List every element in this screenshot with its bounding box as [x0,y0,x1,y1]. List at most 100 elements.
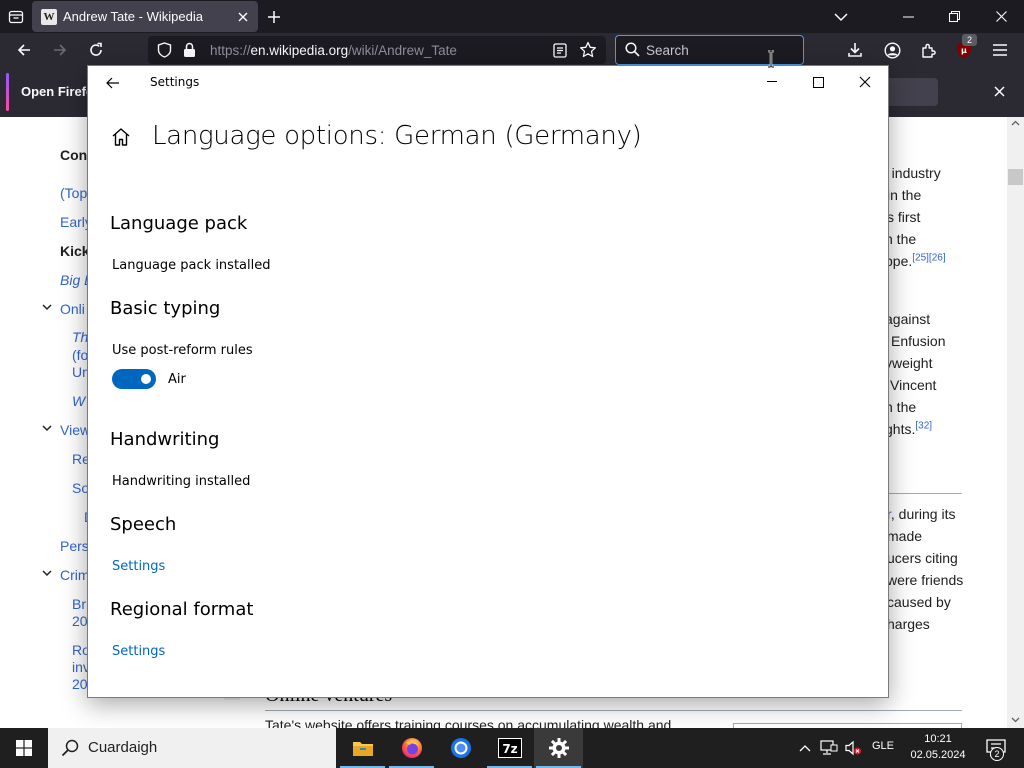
page-scrollbar[interactable] [1007,117,1024,728]
search-icon [625,42,640,62]
close-icon[interactable] [842,66,888,98]
chromium-icon[interactable] [436,728,485,768]
language-pack-status: Language pack installed [112,258,271,273]
citation-link[interactable]: [32] [915,420,932,431]
restore-icon[interactable] [931,0,977,33]
taskbar-search-placeholder: Cuardaigh [88,739,158,756]
back-arrow-icon[interactable] [100,72,126,94]
file-explorer-icon[interactable] [338,728,387,768]
clock-time[interactable]: 10:21 [906,733,970,745]
7-zip-icon[interactable]: 7z [485,728,534,768]
menu-icon[interactable] [986,36,1014,64]
toc-subitem[interactable]: Th [72,329,88,345]
article-line: were friends [887,572,964,588]
article-line: ucers citing [887,550,958,566]
show-hidden-icons-icon[interactable] [795,728,815,768]
reader-view-icon[interactable] [553,43,567,63]
section-title-speech: Speech [110,514,177,535]
article-line: yweight [885,355,933,371]
toc-expand-icon[interactable] [41,422,53,434]
toc-subitem[interactable]: Br [72,596,86,612]
new-tab-icon[interactable] [262,5,286,29]
toc-expand-icon[interactable] [41,567,53,579]
scrollbar-thumb[interactable] [1008,169,1023,185]
article-line: ppe.[25][26] [885,252,946,269]
account-icon[interactable] [878,36,906,64]
tab-andrew-tate[interactable]: W Andrew Tate - Wikipedia [32,1,258,32]
toc-item-criminal[interactable]: Crim [60,567,90,583]
network-icon[interactable] [818,728,840,768]
windows-taskbar: Cuardaigh 7z GLE 10:21 02.05.2024 2 [0,728,1024,768]
maximize-icon[interactable] [795,66,841,98]
notification-count-badge: 2 [990,747,1004,761]
extensions-icon[interactable] [914,36,942,64]
section-title-basic-typing: Basic typing [110,298,221,319]
list-all-tabs-icon[interactable] [829,5,853,29]
toc-subitem[interactable]: W [72,393,85,409]
minimize-icon[interactable] [749,66,795,98]
reload-icon[interactable] [82,36,110,64]
notification-text: Open Firefo [21,84,94,99]
section-title-handwriting: Handwriting [110,429,220,450]
article-line: r, during its [887,505,955,523]
toc-item-personal[interactable]: Pers [60,538,89,554]
article-line: n the [885,399,917,415]
toc-expand-icon[interactable] [41,301,53,313]
bookmark-star-icon[interactable] [579,41,597,64]
close-tab-icon[interactable] [233,7,253,27]
taskbar-search-box[interactable]: Cuardaigh [48,728,336,768]
article-line: s first [887,209,921,225]
extension-badge: 2 [962,34,977,46]
volume-muted-icon[interactable] [842,728,864,768]
regional-format-settings-link[interactable]: Settings [112,644,165,659]
toc-item-online[interactable]: Onli [60,301,85,317]
toc-subitem[interactable]: 20 [72,613,88,629]
close-window-icon[interactable] [978,0,1024,33]
scroll-down-icon[interactable] [1011,717,1020,723]
article-line: Vincent [890,377,937,393]
section-divider [878,493,962,494]
article-line: made [887,528,923,544]
section-title-regional-format: Regional format [110,599,254,620]
windows-start-icon[interactable] [0,728,48,768]
toc-subitem[interactable]: 20 [72,676,88,692]
post-reform-rules-toggle[interactable] [112,369,156,389]
home-icon[interactable] [110,126,134,150]
scroll-up-icon[interactable] [1011,120,1020,126]
forward-icon[interactable] [46,36,74,64]
article-line: against [885,311,931,327]
citation-link[interactable]: [25][26] [912,252,945,263]
search-placeholder: Search [646,43,689,58]
speech-settings-link[interactable]: Settings [112,559,165,574]
handwriting-status: Handwriting installed [112,474,251,489]
close-notification-icon[interactable] [988,80,1010,102]
url-text: https://en.wikipedia.org/wiki/Andrew_Tat… [210,43,457,58]
minimize-icon[interactable] [885,0,931,33]
back-icon[interactable] [10,36,38,64]
toc-subitem[interactable]: (fo [72,347,88,363]
toc-item-top[interactable]: (Top [60,185,87,201]
settings-gear-icon[interactable] [534,728,583,768]
firefox-view-icon[interactable] [4,5,28,29]
clock-date[interactable]: 02.05.2024 [906,749,970,761]
tab-title: Andrew Tate - Wikipedia [63,9,203,24]
input-language-indicator[interactable]: GLE [872,740,894,752]
page-title: Language options: German (Germany) [152,121,642,151]
article-line: caused by [887,594,951,610]
window-title: Settings [150,75,200,89]
settings-window: Settings Language options: German (Germa… [87,65,889,698]
firefox-icon[interactable] [387,728,436,768]
url-bar[interactable]: https://en.wikipedia.org/wiki/Andrew_Tat… [148,36,606,64]
section-title-language-pack: Language pack [110,213,248,234]
toggle-knob [141,374,151,384]
lock-icon[interactable] [183,42,196,63]
firefox-navigation-bar: https://en.wikipedia.org/wiki/Andrew_Tat… [0,33,1024,67]
downloads-icon[interactable] [841,36,869,64]
search-icon [61,739,79,757]
toc-item-kickboxing[interactable]: Kick [60,243,90,259]
article-line: Tate's website offers training courses o… [265,717,672,728]
tracking-protection-icon[interactable] [157,42,172,63]
toc-item-views[interactable]: View [60,422,90,438]
svg-text:7z: 7z [502,742,517,756]
post-reform-rules-label: Use post-reform rules [112,343,253,358]
